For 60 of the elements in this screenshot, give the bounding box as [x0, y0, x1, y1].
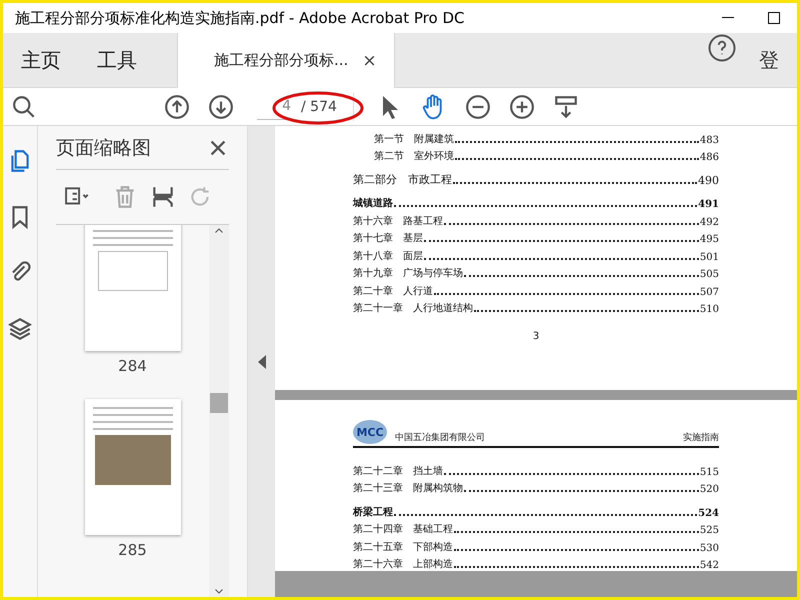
- sign-in-link[interactable]: 登: [737, 33, 797, 87]
- panel-title: 页面缩略图: [56, 136, 151, 160]
- toc-title: 第二部分 市政工程: [353, 172, 452, 186]
- toc-title: 第一节 附属建筑: [374, 132, 454, 146]
- maximize-button[interactable]: [768, 12, 780, 24]
- layers-icon[interactable]: [7, 316, 33, 342]
- page-label: 284: [118, 357, 147, 375]
- toc-title: 第二十四章 基础工程: [353, 522, 453, 536]
- toc-page-number: 495: [700, 234, 719, 245]
- tab[interactable]: 主页: [3, 33, 79, 87]
- zoom-in-icon[interactable]: [508, 94, 535, 120]
- page-thumbnail[interactable]: [84, 225, 180, 351]
- toc-page-number: 483: [700, 134, 719, 146]
- company-name: 中国五冶集团有限公司: [395, 432, 486, 444]
- close-tab-button[interactable]: ×: [362, 50, 377, 70]
- header-title: 实施指南: [683, 432, 719, 444]
- page-total: / 574: [301, 98, 337, 114]
- page-thumbnail[interactable]: [84, 399, 180, 535]
- toc-title: 第二十三章 附属构筑物: [353, 482, 463, 495]
- toc-page-number: 515: [700, 466, 719, 478]
- minimize-button[interactable]: [722, 17, 734, 19]
- toc-title: 第二十五章 下部构造: [353, 540, 453, 554]
- toc-title: 第二十章 人行道: [353, 284, 433, 298]
- page-number: 3: [532, 331, 540, 342]
- tab[interactable]: 施工程分部分项标... ×: [177, 33, 395, 88]
- company-logo: MCC: [353, 420, 387, 444]
- page-label: 285: [118, 541, 147, 559]
- toc-page-number: 505: [700, 269, 719, 280]
- toc-page-number: 542: [700, 560, 719, 571]
- toc-title: 第二节 室外环境: [374, 150, 454, 163]
- toc-page-number: 490: [698, 174, 719, 186]
- toc-page-number: 510: [700, 304, 719, 315]
- toc-title: 第十六章 路基工程: [353, 214, 443, 228]
- toc-title: 第二十一章 人行地道结构: [353, 302, 473, 315]
- page-number-field[interactable]: 4: [257, 94, 293, 120]
- scroll-thumb[interactable]: [210, 393, 228, 413]
- toc-title: 第十八章 面层: [353, 250, 423, 262]
- toc-title: 第十九章 广场与停车场: [353, 266, 463, 280]
- help-icon[interactable]: [707, 33, 737, 63]
- toc-title: 第二十二章 挡土墙: [353, 464, 443, 478]
- toc-page-number: 524: [698, 508, 719, 518]
- toc-page-number: 491: [698, 199, 719, 210]
- ruler-download-icon[interactable]: [552, 94, 579, 120]
- collapse-arrow-icon[interactable]: [258, 354, 266, 368]
- zoom-out-icon[interactable]: [464, 94, 491, 120]
- toc-title: 第二十六章 上部构造: [353, 558, 453, 571]
- toc-page-number: 507: [700, 286, 719, 298]
- toc-page-number: 520: [700, 484, 719, 495]
- toc-title: 城镇道路: [353, 196, 393, 210]
- tab[interactable]: 工具: [79, 33, 155, 87]
- toc-title: 第十七章 基层: [353, 232, 423, 245]
- toc-page-number: 486: [700, 152, 719, 163]
- window-title: 施工程分部分项标准化构造实施指南.pdf - Adobe Acrobat Pro DC: [15, 8, 466, 28]
- scrollbar[interactable]: [209, 225, 229, 597]
- toc-page-number: 530: [700, 542, 719, 554]
- toc-page-number: 525: [700, 525, 719, 536]
- diagram-drawing: [98, 251, 168, 291]
- toc-title: 桥梁工程: [353, 505, 393, 518]
- toc-page-number: 492: [700, 216, 719, 228]
- toc-page-number: 501: [700, 252, 719, 262]
